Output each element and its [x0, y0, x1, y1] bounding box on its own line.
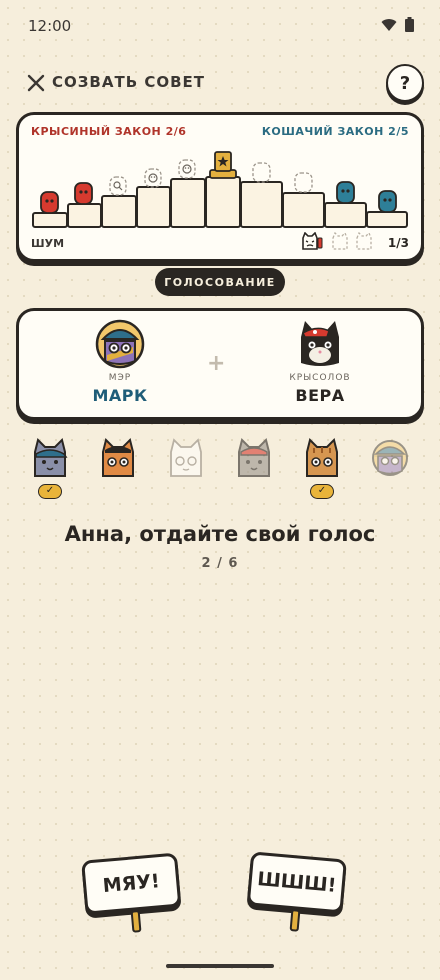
mayor-cat-avatar	[95, 319, 145, 369]
meow-vote-button[interactable]: МЯУ!	[81, 847, 198, 936]
vote-progress: 2 / 6	[201, 556, 239, 571]
face-slot-icon	[144, 168, 162, 188]
voted-check-badge: ✓	[310, 484, 334, 499]
status-icons	[381, 17, 414, 32]
home-indicator[interactable]	[166, 964, 274, 968]
orange-tabby-cat-icon	[306, 438, 338, 477]
noise-tracker	[302, 232, 372, 250]
players-row: ✓ ✓	[0, 438, 440, 508]
track-step-7	[240, 181, 283, 228]
header: СОЗВАТЬ СОВЕТ ?	[0, 62, 440, 104]
track-step-5	[170, 178, 206, 228]
empty-slot-icon	[252, 162, 271, 183]
empty-slot-icon	[294, 172, 313, 193]
cat-token	[378, 190, 397, 213]
battery-icon	[405, 17, 414, 32]
player-avatar[interactable]	[234, 438, 274, 504]
voting-phase-badge: ГОЛОСОВАНИЕ	[155, 268, 285, 296]
status-bar: 12:00	[0, 0, 440, 52]
empty-noise-slot-icon	[356, 232, 372, 250]
player-avatar[interactable]	[370, 438, 410, 504]
voted-check-badge: ✓	[38, 484, 62, 499]
mayor-candidate: МЭР МАРК	[55, 319, 185, 405]
sign-stick	[289, 909, 301, 932]
ratcatcher-name: ВЕРА	[295, 386, 345, 405]
noise-label: ШУМ	[31, 237, 65, 250]
proposal-card: МЭР МАРК + КРЫСОЛОВ ВЕРА	[16, 308, 424, 420]
track-step-3	[101, 195, 137, 228]
shh-vote-button[interactable]: ШШШ!	[245, 847, 362, 936]
noise-count: 1/3	[387, 236, 409, 250]
meow-sign-label: МЯУ!	[81, 852, 182, 915]
wifi-icon	[381, 18, 397, 31]
rat-token	[74, 182, 93, 205]
status-time: 12:00	[28, 17, 72, 35]
track-step-4	[136, 186, 171, 228]
close-icon[interactable]	[24, 71, 48, 95]
track-step-1	[32, 212, 68, 228]
angry-cat-icon	[302, 232, 323, 250]
player-avatar[interactable]	[166, 438, 206, 504]
blue-cap-cat-icon	[34, 438, 68, 477]
orange-glasses-cat-icon	[102, 438, 134, 477]
sign-stick	[130, 910, 142, 933]
ghost-cat-icon	[170, 438, 202, 477]
player-avatar[interactable]: ✓	[302, 438, 342, 504]
help-button[interactable]: ?	[386, 64, 424, 102]
player-avatar[interactable]: ✓	[30, 438, 70, 504]
shh-sign-label: ШШШ!	[246, 851, 347, 914]
law-track-board: КРЫСИНЫЙ ЗАКОН 2/6 КОШАЧИЙ ЗАКОН 2/5 ШУМ…	[16, 112, 424, 262]
ratcatcher-candidate: КРЫСОЛОВ ВЕРА	[255, 319, 385, 405]
mayor-role-label: МЭР	[108, 373, 132, 383]
player-avatar[interactable]	[98, 438, 138, 504]
track-step-center	[205, 176, 241, 228]
face-slot-icon	[178, 159, 196, 179]
rat-token	[40, 191, 59, 214]
vote-prompt: Анна, отдайте свой голос	[64, 522, 376, 546]
mayor-name: МАРК	[92, 386, 148, 405]
mayor-cat-faded-icon	[372, 440, 408, 476]
track-step-8	[282, 192, 325, 228]
ratcatcher-role-label: КРЫСОЛОВ	[289, 373, 351, 383]
star-trophy-icon	[209, 151, 237, 179]
track-step-10	[366, 211, 408, 228]
gray-red-cap-cat-icon	[238, 438, 270, 477]
search-slot-icon	[109, 176, 127, 196]
ratcatcher-cat-avatar	[301, 321, 339, 366]
empty-noise-slot-icon	[332, 232, 348, 250]
plus-icon: +	[207, 351, 226, 376]
track-step-9	[324, 202, 367, 228]
cat-token	[336, 181, 355, 204]
track-step-2	[67, 203, 102, 228]
page-title: СОЗВАТЬ СОВЕТ	[52, 73, 206, 91]
